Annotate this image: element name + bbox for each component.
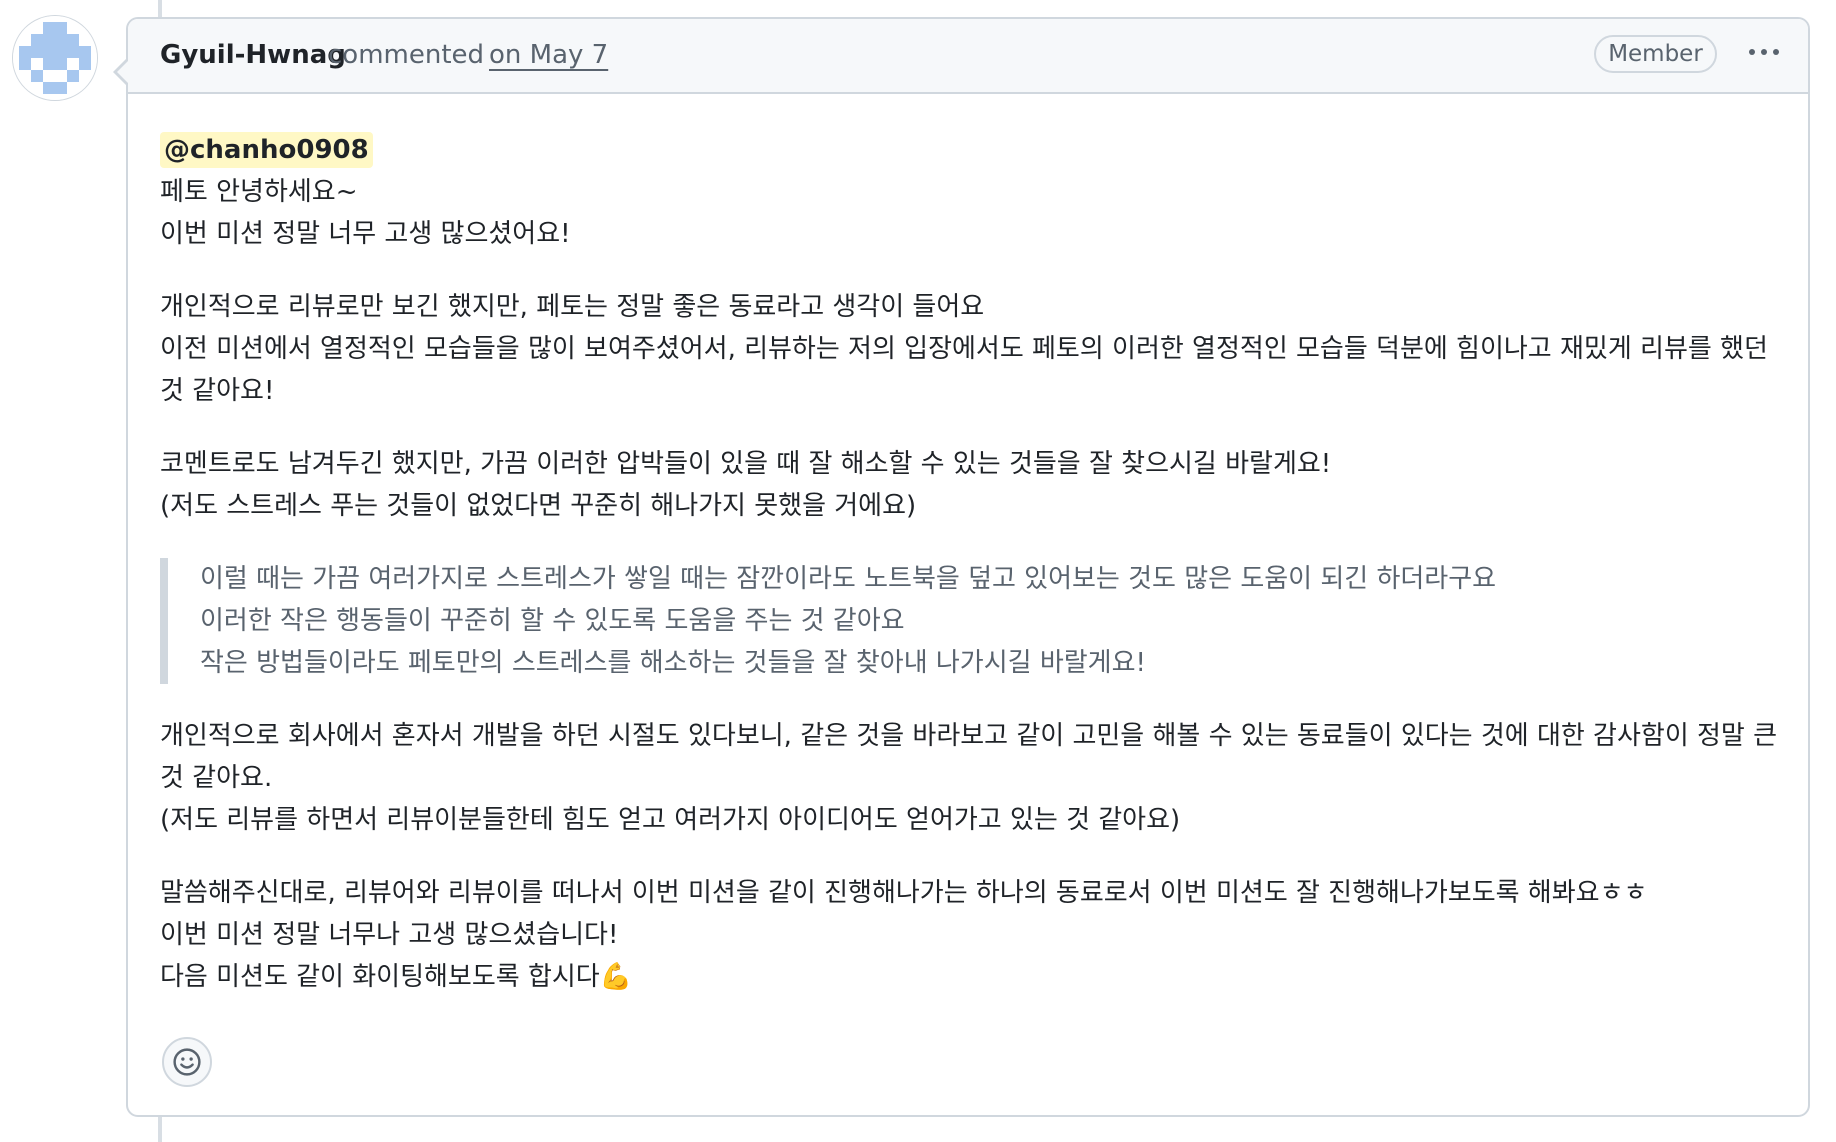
paragraph-gratitude: 개인적으로 회사에서 혼자서 개발을 하던 시절도 있다보니, 같은 것을 바라… <box>160 721 1778 835</box>
kebab-horizontal-icon-dot <box>1761 49 1767 55</box>
identicon-avatar-icon <box>13 16 97 100</box>
comment-date-link[interactable]: on May 7 <box>489 40 608 70</box>
author-link[interactable]: Gyuil-Hwnag <box>160 40 346 70</box>
smiley-icon <box>173 1048 201 1076</box>
comment-body: @chanho0908 페토 안녕하세요~ 이번 미션 정말 너무 고생 많으셨… <box>160 129 1800 1029</box>
user-mention-link[interactable]: @chanho0908 <box>160 132 373 168</box>
kebab-horizontal-icon-dot <box>1773 49 1779 55</box>
paragraph-greeting: 페토 안녕하세요~ 이번 미션 정말 너무 고생 많으셨어요! <box>160 177 571 249</box>
add-reaction-button[interactable] <box>162 1037 212 1087</box>
paragraph-closing: 말씀해주신대로, 리뷰어와 리뷰이를 떠나서 이번 미션을 같이 진행해나가는 … <box>160 878 1648 992</box>
comment-box: Gyuil-Hwnag commented on May 7 Member @c… <box>113 17 1810 1117</box>
kebab-horizontal-icon <box>1749 49 1755 55</box>
avatar[interactable] <box>12 15 98 101</box>
more-options-button[interactable] <box>1740 27 1788 75</box>
role-badge: Member <box>1594 35 1717 73</box>
comment-action: commented <box>328 40 485 70</box>
comment-header: Gyuil-Hwnag commented on May 7 Member <box>128 19 1808 94</box>
paragraph-colleague: 개인적으로 리뷰로만 보긴 했지만, 페토는 정말 좋은 동료라고 생각이 들어… <box>160 292 1768 406</box>
blockquote: 이럴 때는 가끔 여러가지로 스트레스가 쌓일 때는 잠깐이라도 노트북을 덮고… <box>160 558 1800 684</box>
paragraph-stress: 코멘트로도 남겨두긴 했지만, 가끔 이러한 압박들이 있을 때 잘 해소할 수… <box>160 449 1332 521</box>
